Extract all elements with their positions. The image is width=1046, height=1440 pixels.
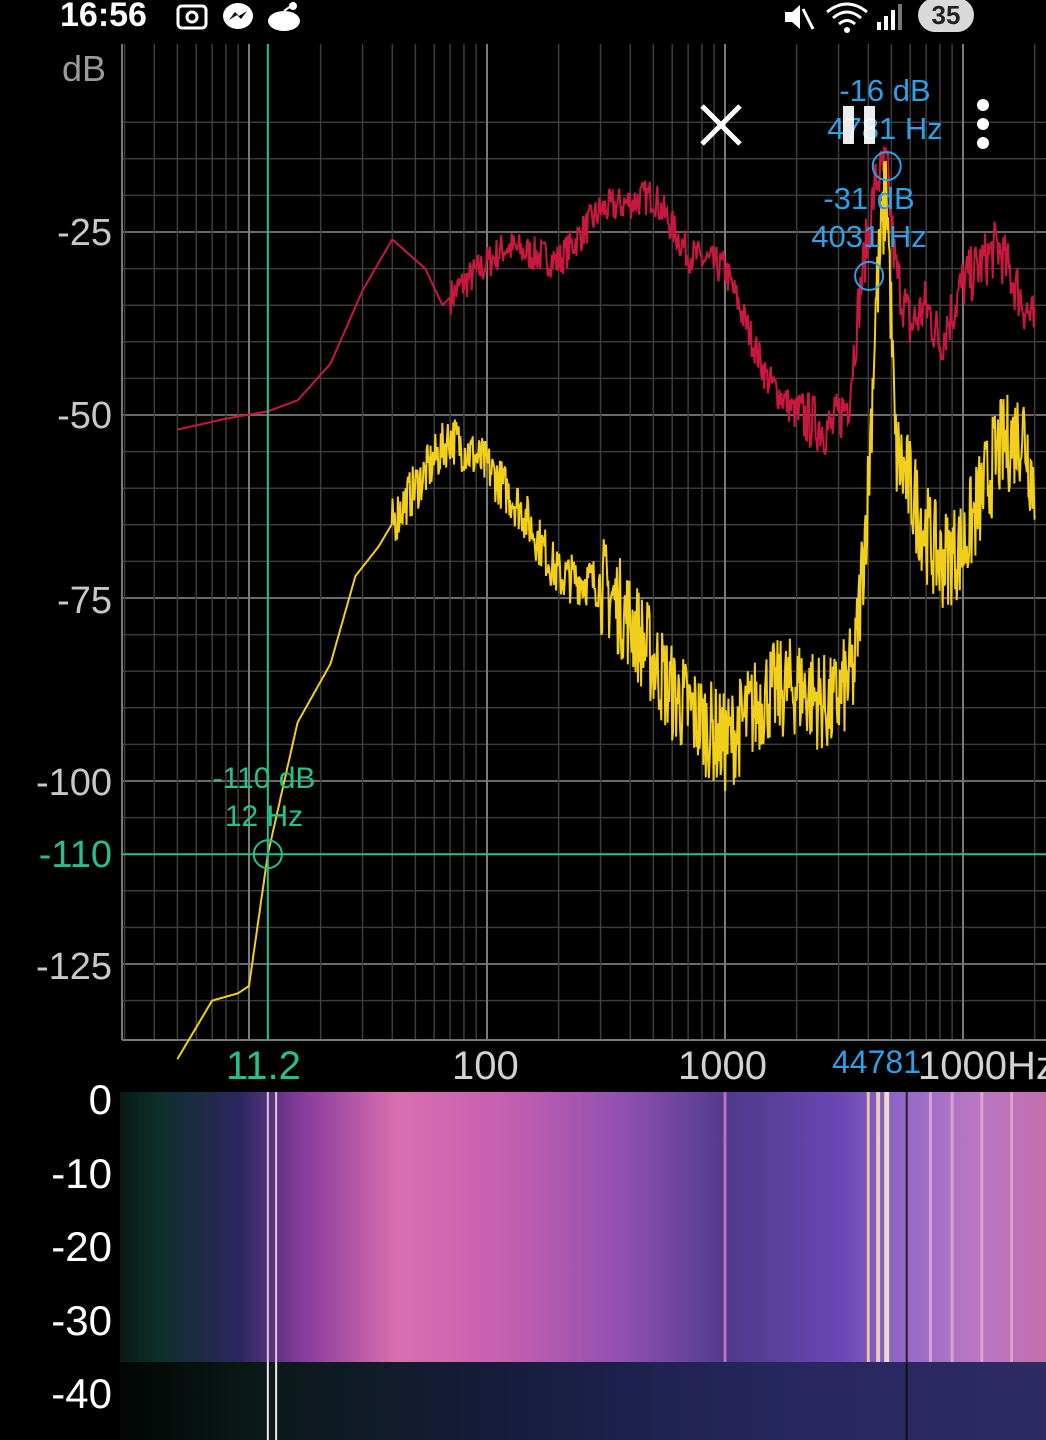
peak-2-db: -31 dB [823,181,915,216]
spectrogram-y-label: -20 [51,1223,112,1270]
spectrogram-y-label: -30 [51,1297,112,1344]
y-tick-label: -125 [35,946,112,988]
pause-icon [843,106,875,144]
more-vertical-icon [977,99,989,149]
y-tick-label: -100 [35,762,112,804]
x-cursor-label: 11.2 [226,1044,301,1088]
cursor-hz: 12 Hz [224,800,304,833]
y-tick-label: -75 [57,580,112,622]
spectrogram-y-label: -10 [51,1150,112,1197]
peak-1-hz: 4781 Hz [827,111,943,146]
x-tick-label: 1000 [678,1044,767,1088]
y-axis-unit: dB [62,48,107,89]
x-tick-label: 100 [452,1044,519,1088]
cursor-db: -110 dB [212,762,316,795]
peak-1-db: -16 dB [839,73,931,108]
x-peak-label: 44781 [832,1044,921,1080]
y-tick-label: -50 [57,395,112,437]
cursor-readout: -110 dB 12 Hz [206,760,322,836]
more-menu-button[interactable] [968,98,998,150]
peak-readout-2: -31 dB 4031 Hz [796,180,942,256]
cursor-y-label: -110 [38,834,112,876]
spectrogram-y-label: -40 [51,1370,112,1417]
pause-button[interactable] [840,104,880,146]
spectrogram-y-label: 0 [88,1076,112,1123]
peak-readout-1: -16 dB 4781 Hz [810,72,960,148]
peak-2-hz: 4031 Hz [811,219,927,254]
x-end-label: 1000Hz [918,1044,1046,1088]
y-tick-label: -25 [57,212,112,254]
close-icon [700,104,742,146]
close-button[interactable] [696,100,746,150]
